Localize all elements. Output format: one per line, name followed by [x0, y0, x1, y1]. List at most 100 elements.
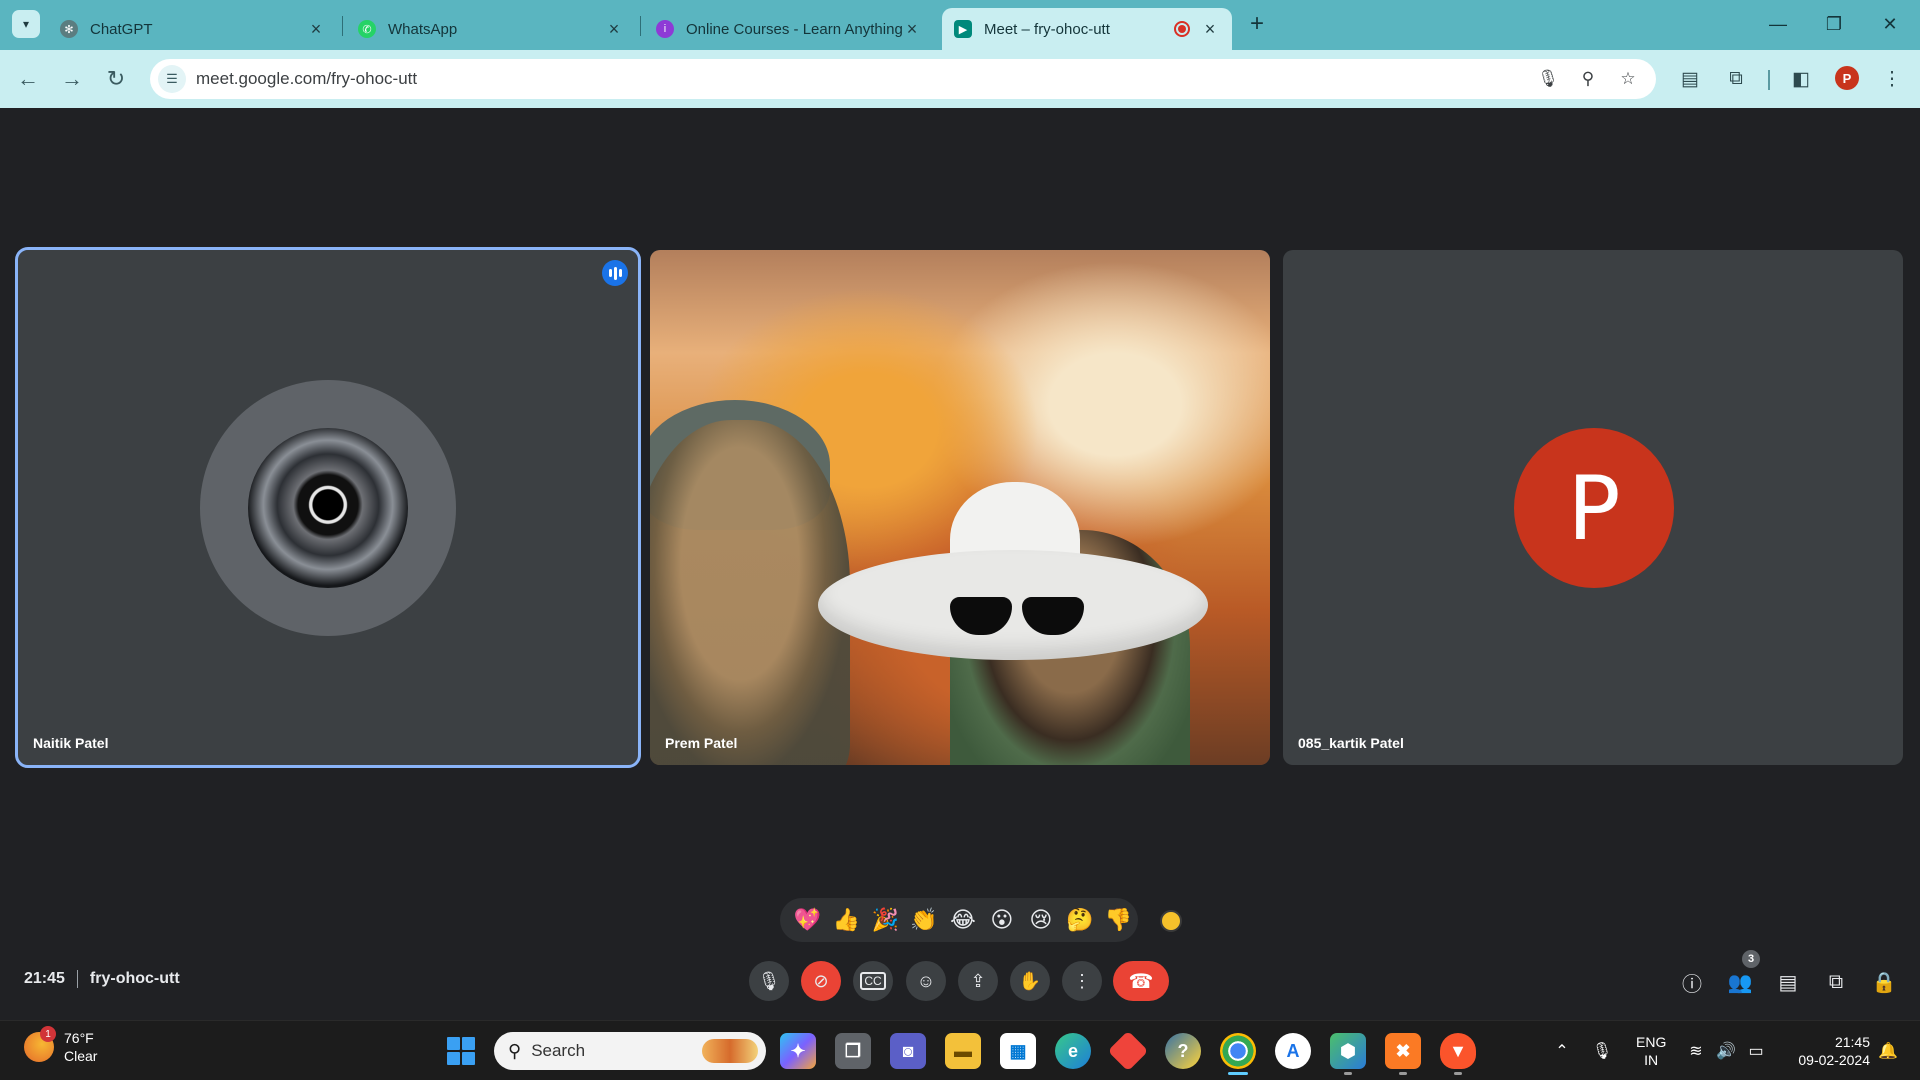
url-text[interactable]: meet.google.com/fry-ohoc-utt: [196, 69, 417, 89]
present-screen-button[interactable]: ⇪: [958, 961, 998, 1001]
recording-icon: [1174, 21, 1190, 37]
avatar: P: [1514, 428, 1674, 588]
participant-tile[interactable]: Prem Patel: [650, 250, 1270, 765]
captions-icon: CC: [860, 972, 886, 990]
minimize-icon[interactable]: —: [1758, 8, 1798, 40]
reaction-thumbs-down[interactable]: 👎: [1099, 900, 1138, 940]
avatar-image: [248, 428, 408, 588]
arc-icon[interactable]: A: [1275, 1033, 1311, 1069]
new-tab-button[interactable]: +: [1244, 12, 1270, 38]
menu-icon[interactable]: ⋮: [1878, 65, 1906, 93]
captions-button[interactable]: CC: [853, 961, 893, 1001]
chat-button[interactable]: ▤: [1774, 968, 1802, 996]
anydesk-icon[interactable]: [1107, 1030, 1149, 1072]
input-language[interactable]: ENG IN: [1636, 1033, 1666, 1069]
reaction-party[interactable]: 🎉: [866, 900, 905, 940]
volume-icon[interactable]: 🔊: [1714, 1039, 1738, 1063]
more-options-button[interactable]: ⋮: [1062, 961, 1102, 1001]
clock-date: 09-02-2024: [1798, 1052, 1870, 1068]
side-panel-icon[interactable]: ◧: [1787, 65, 1815, 93]
skin-tone-picker[interactable]: [1160, 910, 1182, 932]
tab-title: ChatGPT: [90, 20, 153, 38]
tab-title: Meet – fry-ohoc-utt: [984, 20, 1110, 38]
reaction-laugh[interactable]: 😂: [944, 900, 983, 940]
language-region: IN: [1644, 1052, 1659, 1068]
extensions-icon[interactable]: ⧉: [1722, 65, 1750, 93]
app-icon[interactable]: ⬢: [1330, 1033, 1366, 1075]
tab-whatsapp[interactable]: ✆ WhatsApp ×: [346, 8, 636, 50]
reaction-thinking[interactable]: 🤔: [1060, 900, 1099, 940]
language-code: ENG: [1636, 1034, 1667, 1050]
edge-icon[interactable]: e: [1055, 1033, 1091, 1069]
wifi-icon[interactable]: ≋: [1684, 1039, 1708, 1063]
tab-manager-icon[interactable]: ▤: [1676, 65, 1704, 93]
avatar: [200, 380, 456, 636]
reaction-sad[interactable]: 😢: [1021, 900, 1060, 940]
show-hidden-icons-icon[interactable]: ⌃: [1550, 1039, 1574, 1063]
restore-icon[interactable]: ❐: [1814, 8, 1854, 40]
microphone-in-use-icon[interactable]: 🎙: [1590, 1039, 1614, 1063]
close-icon[interactable]: ×: [604, 19, 624, 40]
copilot-icon[interactable]: ✦: [780, 1033, 816, 1069]
taskbar-search[interactable]: ⚲ Search: [494, 1032, 766, 1070]
windows-taskbar: 1 76°F Clear ⚲ Search ✦ ❐ ◙ ▬ ▦ e ? A ⬢ …: [0, 1020, 1920, 1080]
xampp-icon[interactable]: ✖: [1385, 1033, 1421, 1075]
close-icon[interactable]: ×: [1200, 19, 1220, 40]
weather-widget[interactable]: 1 76°F Clear: [24, 1026, 97, 1065]
battery-icon[interactable]: ▭: [1744, 1039, 1768, 1063]
microphone-icon[interactable]: 🎙: [1536, 67, 1560, 91]
site-info-icon[interactable]: ☰: [158, 65, 186, 93]
close-icon[interactable]: ×: [306, 19, 326, 40]
close-icon[interactable]: ×: [902, 19, 922, 40]
bookmark-star-icon[interactable]: ☆: [1616, 67, 1640, 91]
python-icon[interactable]: ?: [1165, 1033, 1201, 1069]
file-explorer-icon[interactable]: ▬: [945, 1033, 981, 1069]
meeting-info: 21:45 fry-ohoc-utt: [24, 970, 180, 988]
teams-chat-icon[interactable]: ◙: [890, 1033, 926, 1069]
reaction-thumbs-up[interactable]: 👍: [827, 900, 866, 940]
meeting-details-button[interactable]: ⓘ: [1678, 968, 1706, 996]
reaction-clap[interactable]: 👏: [905, 900, 944, 940]
notifications-icon[interactable]: 🔔: [1876, 1039, 1900, 1063]
lock-icon: 🔒: [1871, 971, 1897, 994]
participant-tile[interactable]: P 085_kartik Patel: [1283, 250, 1903, 765]
participant-name: Naitik Patel: [33, 735, 109, 751]
camera-toggle-button[interactable]: ⊘: [801, 961, 841, 1001]
tab-online-courses[interactable]: i Online Courses - Learn Anything ×: [644, 8, 934, 50]
clock-time: 21:45: [1834, 1034, 1870, 1050]
system-clock[interactable]: 21:45 09-02-2024: [1780, 1033, 1870, 1069]
task-view-icon[interactable]: ❐: [835, 1033, 871, 1069]
microphone-toggle-button[interactable]: 🎙: [749, 961, 789, 1001]
zoom-icon[interactable]: ⚲: [1576, 67, 1600, 91]
browser-toolbar: ← → ↻ ☰ meet.google.com/fry-ohoc-utt 🎙 ⚲…: [0, 50, 1920, 108]
host-controls-button[interactable]: 🔒: [1870, 968, 1898, 996]
present-icon: ⇪: [970, 970, 986, 991]
chrome-icon[interactable]: [1220, 1033, 1256, 1075]
raise-hand-button[interactable]: ✋: [1010, 961, 1050, 1001]
participant-tile[interactable]: Naitik Patel: [15, 247, 641, 768]
activities-button[interactable]: ⧉: [1822, 968, 1850, 996]
reaction-heart[interactable]: 💖: [788, 900, 827, 940]
reload-icon[interactable]: ↻: [100, 63, 132, 95]
profile-avatar[interactable]: P: [1835, 66, 1859, 90]
microsoft-store-icon[interactable]: ▦: [1000, 1033, 1036, 1069]
back-icon[interactable]: ←: [12, 63, 44, 95]
info-divider: [76, 970, 78, 988]
tab-search-icon[interactable]: ▾: [12, 10, 40, 38]
reaction-surprised[interactable]: 😮: [982, 900, 1021, 940]
weather-moon-icon: 1: [24, 1026, 56, 1062]
tab-google-meet[interactable]: ▶ Meet – fry-ohoc-utt ×: [942, 8, 1232, 50]
browser-tab-strip: ▾ ✻ ChatGPT × ✆ WhatsApp × i Online Cour…: [0, 0, 1920, 50]
forward-icon[interactable]: →: [56, 63, 88, 95]
brave-icon[interactable]: ▼: [1440, 1033, 1476, 1075]
close-window-icon[interactable]: ✕: [1870, 8, 1910, 40]
camera-off-icon: ⊘: [813, 970, 829, 991]
emoji-icon: ☺: [916, 970, 936, 991]
more-vert-icon: ⋮: [1073, 970, 1091, 991]
emoji-reactions-button[interactable]: ☺: [906, 961, 946, 1001]
people-button[interactable]: 👥: [1726, 968, 1754, 996]
address-bar[interactable]: ☰ meet.google.com/fry-ohoc-utt 🎙 ⚲ ☆: [150, 59, 1656, 99]
windows-start-icon[interactable]: [447, 1037, 475, 1065]
tab-chatgpt[interactable]: ✻ ChatGPT ×: [48, 8, 338, 50]
leave-call-button[interactable]: ☎: [1113, 961, 1169, 1001]
